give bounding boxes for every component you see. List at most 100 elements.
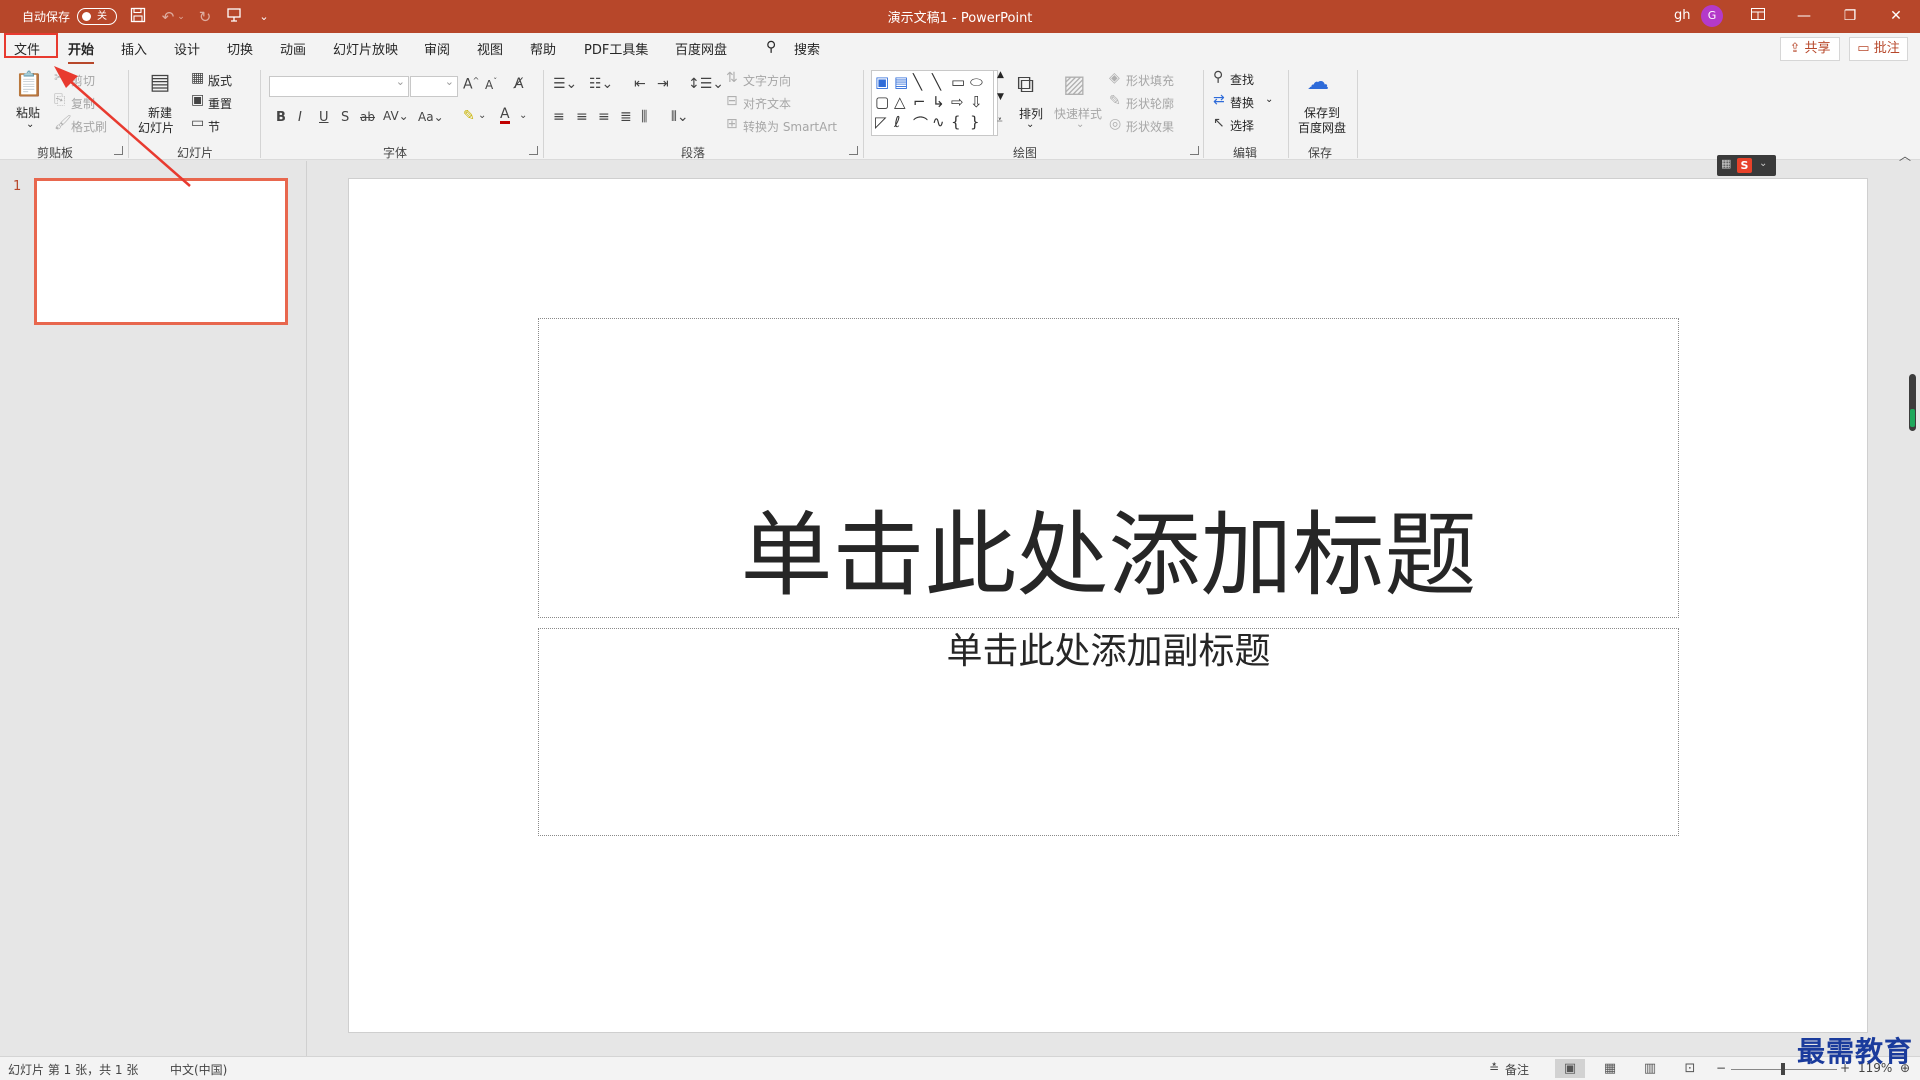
gallery-more-icon[interactable]: ⩡ — [997, 115, 1003, 126]
triangle-shape-icon[interactable]: △ — [894, 93, 906, 111]
drawing-launcher-icon[interactable] — [1190, 146, 1199, 155]
tab-animations[interactable]: 动画 — [280, 39, 306, 58]
notes-button[interactable]: 备注 — [1505, 1061, 1529, 1078]
restore-icon[interactable]: ❐ — [1828, 0, 1872, 33]
tab-baidu-netdisk[interactable]: 百度网盘 — [675, 39, 727, 58]
clipboard-launcher-icon[interactable] — [114, 146, 123, 155]
right-arrow-shape-icon[interactable]: ⇨ — [951, 93, 964, 111]
tab-review[interactable]: 审阅 — [424, 39, 450, 58]
line-spacing-icon[interactable]: ↕☰⌄ — [688, 76, 724, 92]
replace-dropdown-icon[interactable]: ⌄ — [1265, 94, 1273, 105]
find-icon[interactable]: ⚲ — [1213, 69, 1223, 85]
freeform-shape-icon[interactable]: ◸ — [875, 113, 887, 131]
clear-formatting-icon[interactable]: A̸ — [514, 76, 524, 92]
smartart-icon[interactable]: ⊞ — [726, 116, 738, 132]
subtitle-placeholder-text[interactable]: 单击此处添加副标题 — [538, 628, 1679, 676]
customize-toolbar-icon[interactable]: ⌄ — [254, 7, 274, 27]
align-text-icon[interactable]: ⊟ — [726, 93, 738, 109]
shape-fill-icon[interactable]: ◈ — [1109, 70, 1120, 86]
replace-icon[interactable]: ⇄ — [1213, 92, 1225, 108]
quick-styles-dropdown-icon[interactable]: ⌄ — [1076, 119, 1084, 130]
save-to-label-2[interactable]: 百度网盘 — [1298, 119, 1346, 136]
tab-view[interactable]: 视图 — [477, 39, 503, 58]
save-icon[interactable] — [128, 7, 148, 27]
sogou-ime-icon[interactable]: S — [1737, 158, 1752, 173]
title-placeholder-text[interactable]: 单击此处添加标题 — [538, 498, 1679, 614]
search-icon[interactable]: ⚲ — [766, 39, 776, 55]
language-status[interactable]: 中文(中国) — [170, 1061, 227, 1078]
down-arrow-shape-icon[interactable]: ⇩ — [970, 93, 983, 111]
undo-icon[interactable]: ↶ — [158, 7, 178, 27]
decrease-indent-icon[interactable]: ⇤ — [634, 76, 646, 92]
quick-styles-icon[interactable]: ▨ — [1063, 70, 1086, 98]
underline-icon[interactable]: U — [319, 110, 329, 125]
columns-icon[interactable]: ⫴⌄ — [671, 109, 689, 125]
reset-label[interactable]: 重置 — [208, 95, 232, 112]
share-button[interactable]: ⇪ 共享 — [1780, 37, 1840, 61]
zoom-out-icon[interactable]: − — [1716, 1061, 1726, 1075]
shapes-gallery-scroll[interactable]: ▲ ▼ ⩡ — [993, 70, 1009, 136]
strikethrough-icon[interactable]: ab — [360, 110, 375, 124]
numbering-icon[interactable]: ☷⌄ — [589, 76, 613, 92]
rectangle-shape-icon[interactable]: ▭ — [951, 73, 965, 91]
section-label[interactable]: 节 — [208, 118, 220, 135]
tab-insert[interactable]: 插入 — [121, 39, 147, 58]
distributed-icon[interactable]: ⫼ — [641, 109, 647, 125]
search-label[interactable]: 搜索 — [794, 39, 820, 58]
justify-icon[interactable]: ≣ — [620, 109, 632, 125]
font-launcher-icon[interactable] — [529, 146, 538, 155]
rounded-rectangle-shape-icon[interactable]: ▢ — [875, 93, 889, 111]
cut-label[interactable]: 剪切 — [71, 72, 95, 89]
arc-shape-icon[interactable]: ⌒ — [913, 113, 928, 134]
copy-label[interactable]: 复制 — [71, 95, 95, 112]
tab-slideshow[interactable]: 幻灯片放映 — [333, 39, 398, 58]
bullets-icon[interactable]: ☰⌄ — [553, 76, 577, 92]
ime-toolbar[interactable]: ▦ S ⌄ — [1717, 155, 1776, 176]
select-label[interactable]: 选择 — [1230, 117, 1254, 134]
tab-home[interactable]: 开始 — [68, 39, 95, 65]
comments-button[interactable]: ▭ 批注 — [1849, 37, 1908, 61]
line-shape-icon[interactable]: ╲ — [913, 73, 922, 91]
font-size-select[interactable] — [410, 75, 458, 97]
elbow-connector-shape-icon[interactable]: ⌐ — [913, 93, 926, 111]
minimize-icon[interactable]: — — [1782, 0, 1826, 33]
paste-icon[interactable]: 📋 — [14, 70, 44, 98]
shape-effects-label[interactable]: 形状效果 — [1126, 118, 1174, 135]
shape-outline-icon[interactable]: ✎ — [1109, 93, 1121, 109]
slideshow-view-icon[interactable]: ⊡ — [1675, 1059, 1705, 1078]
gallery-up-icon[interactable]: ▲ — [997, 70, 1004, 80]
highlight-dropdown-icon[interactable]: ⌄ — [478, 110, 486, 121]
tab-help[interactable]: 帮助 — [530, 39, 556, 58]
smartart-label[interactable]: 转换为 SmartArt — [743, 118, 837, 135]
replace-label[interactable]: 替换 — [1230, 94, 1254, 111]
tab-pdf-tools[interactable]: PDF工具集 — [584, 39, 648, 58]
text-shadow-icon[interactable]: S — [341, 110, 349, 125]
bold-icon[interactable]: B — [276, 110, 286, 125]
ime-menu-icon[interactable]: ⌄ — [1759, 158, 1767, 169]
close-icon[interactable]: ✕ — [1874, 0, 1918, 33]
notes-icon[interactable]: ≛ — [1489, 1061, 1499, 1075]
ribbon-display-options-icon[interactable] — [1736, 0, 1780, 33]
avatar[interactable]: G — [1701, 5, 1723, 27]
line-shape-icon[interactable]: ╲ — [932, 73, 941, 91]
increase-font-size-icon[interactable]: A^ — [463, 76, 479, 93]
slide-sorter-icon[interactable]: ▦ — [1595, 1059, 1625, 1078]
font-color-dropdown-icon[interactable]: ⌄ — [519, 110, 527, 121]
user-name[interactable]: gh — [1674, 8, 1691, 23]
font-color-icon[interactable]: A — [500, 107, 510, 124]
autosave-toggle[interactable]: 关 — [77, 8, 117, 25]
paste-dropdown-icon[interactable]: ⌄ — [26, 119, 34, 130]
layout-icon[interactable]: ▦ — [191, 70, 204, 86]
vertical-scrollbar[interactable] — [1909, 374, 1916, 431]
align-text-label[interactable]: 对齐文本 — [743, 95, 791, 112]
font-name-select[interactable] — [269, 75, 409, 97]
gallery-down-icon[interactable]: ▼ — [997, 92, 1004, 102]
vertical-textbox-shape-icon[interactable]: ▤ — [894, 73, 908, 91]
new-slide-label-2[interactable]: 幻灯片 — [138, 119, 174, 136]
layout-label[interactable]: 版式 — [208, 72, 232, 89]
change-case-icon[interactable]: Aa⌄ — [418, 110, 444, 124]
highlight-color-icon[interactable]: ✎ — [463, 108, 475, 124]
increase-indent-icon[interactable]: ⇥ — [657, 76, 669, 92]
right-brace-shape-icon[interactable]: } — [970, 113, 980, 131]
ime-grid-icon[interactable]: ▦ — [1721, 157, 1731, 170]
